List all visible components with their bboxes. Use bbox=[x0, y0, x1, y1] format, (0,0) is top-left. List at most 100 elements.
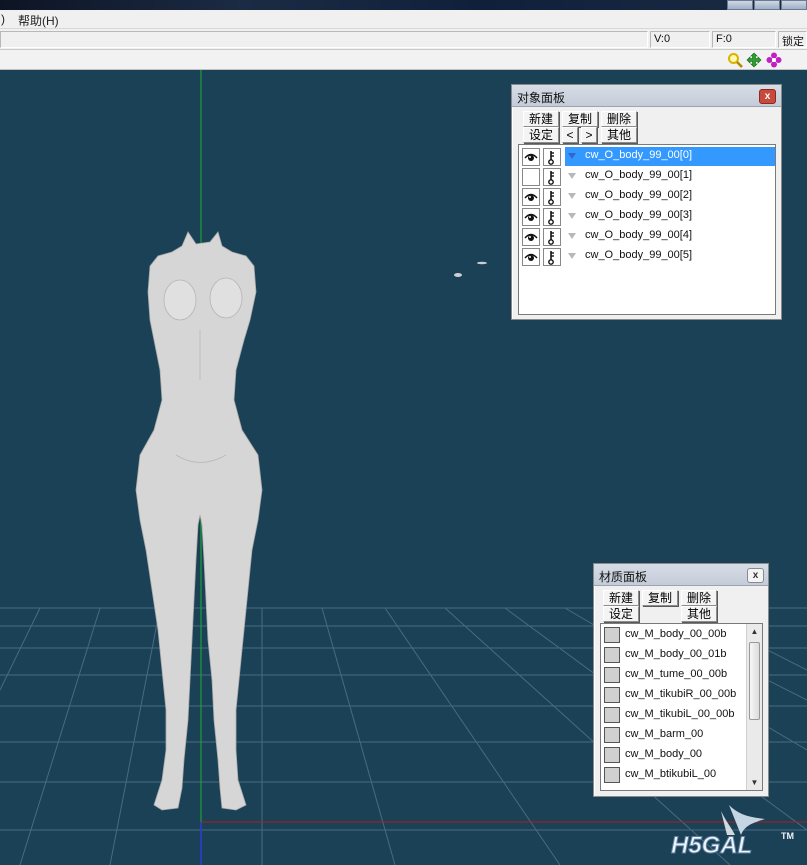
object-name: cw_O_body_99_00[1] bbox=[585, 169, 693, 181]
material-name: cw_M_tikubiR_00_00b bbox=[625, 688, 737, 700]
material-name: cw_M_body_00 bbox=[625, 748, 703, 760]
copy-object-button[interactable]: 复制 bbox=[562, 111, 598, 127]
material-swatch bbox=[604, 627, 620, 643]
expand-triangle-icon[interactable] bbox=[568, 213, 576, 219]
new-material-button[interactable]: 新建 bbox=[603, 590, 639, 606]
scroll-thumb[interactable] bbox=[749, 642, 760, 720]
material-list-item[interactable]: cw_M_tume_00_00b bbox=[601, 665, 762, 685]
eye-icon[interactable] bbox=[522, 248, 540, 266]
delete-material-button[interactable]: 删除 bbox=[681, 590, 717, 606]
object-panel: 对象面板 x 新建 复制 删除 设定 < > 其他 cw_O_body_99_0… bbox=[511, 84, 782, 320]
expand-triangle-icon[interactable] bbox=[568, 153, 576, 159]
body-model bbox=[135, 231, 263, 811]
lock-icon[interactable] bbox=[543, 228, 561, 246]
object-list-item[interactable]: cw_O_body_99_00[3] bbox=[519, 207, 775, 227]
material-list[interactable]: cw_M_body_00_00b cw_M_body_00_01b cw_M_tum… bbox=[600, 623, 763, 791]
menu-item-help[interactable]: 帮助(H) bbox=[18, 12, 59, 29]
material-name: cw_M_tikubiL_00_00b bbox=[625, 708, 735, 720]
scroll-down-icon[interactable]: ▼ bbox=[747, 775, 762, 790]
status-face-count: F:0 bbox=[712, 31, 776, 48]
material-list-item[interactable]: cw_M_barm_00 bbox=[601, 725, 762, 745]
eye-icon[interactable] bbox=[522, 148, 540, 166]
object-name: cw_O_body_99_00[5] bbox=[585, 249, 693, 261]
prev-object-button[interactable]: < bbox=[562, 127, 578, 143]
floating-fragment bbox=[454, 261, 487, 277]
material-name: cw_M_btikubiL_00 bbox=[625, 768, 717, 780]
material-name: cw_M_tume_00_00b bbox=[625, 668, 728, 680]
material-name: cw_M_barm_00 bbox=[625, 728, 704, 740]
zoom-icon[interactable] bbox=[727, 52, 743, 68]
object-name: cw_O_body_99_00[4] bbox=[585, 229, 693, 241]
expand-triangle-icon[interactable] bbox=[568, 233, 576, 239]
object-list-item[interactable]: cw_O_body_99_00[4] bbox=[519, 227, 775, 247]
material-panel-titlebar[interactable]: 材质面板 x bbox=[594, 564, 768, 586]
material-list-item[interactable]: cw_M_body_00_00b bbox=[601, 625, 762, 645]
close-window-button[interactable] bbox=[781, 0, 807, 10]
material-swatch bbox=[604, 767, 620, 783]
delete-object-button[interactable]: 删除 bbox=[601, 111, 637, 127]
expand-triangle-icon[interactable] bbox=[568, 193, 576, 199]
lock-icon[interactable] bbox=[543, 208, 561, 226]
material-list-item[interactable]: cw_M_tikubiR_00_00b bbox=[601, 685, 762, 705]
rotate-view-icon[interactable] bbox=[766, 52, 782, 68]
lock-icon[interactable] bbox=[543, 148, 561, 166]
object-name: cw_O_body_99_00[3] bbox=[585, 209, 693, 221]
lock-icon[interactable] bbox=[543, 188, 561, 206]
object-list-item[interactable]: cw_O_body_99_00[2] bbox=[519, 187, 775, 207]
material-name: cw_M_body_00_01b bbox=[625, 648, 727, 660]
move-view-icon[interactable] bbox=[746, 52, 762, 68]
object-other-button[interactable]: 其他 bbox=[601, 127, 637, 143]
object-name: cw_O_body_99_00[0] bbox=[565, 147, 775, 166]
minimize-button[interactable] bbox=[727, 0, 753, 10]
new-object-button[interactable]: 新建 bbox=[523, 111, 559, 127]
material-swatch bbox=[604, 747, 620, 763]
eye-icon[interactable] bbox=[522, 208, 540, 226]
lock-icon[interactable] bbox=[543, 248, 561, 266]
watermark-tm: TM bbox=[781, 831, 794, 841]
material-list-item[interactable]: cw_M_btikubiL_00 bbox=[601, 765, 762, 785]
material-swatch bbox=[604, 707, 620, 723]
scroll-up-icon[interactable]: ▲ bbox=[747, 624, 762, 639]
copy-material-button[interactable]: 复制 bbox=[642, 590, 678, 606]
watermark-logo: H5GAL TM bbox=[671, 805, 794, 860]
material-swatch bbox=[604, 647, 620, 663]
material-scrollbar[interactable]: ▲ ▼ bbox=[746, 624, 762, 790]
material-list-item[interactable]: cw_M_tikubiL_00_00b bbox=[601, 705, 762, 725]
title-bar-strip bbox=[0, 0, 807, 10]
view-toolbar bbox=[0, 50, 807, 70]
object-list-item[interactable]: cw_O_body_99_00[1] bbox=[519, 167, 775, 187]
menu-bar: ) 帮助(H) bbox=[0, 10, 807, 29]
eye-icon[interactable] bbox=[522, 188, 540, 206]
expand-triangle-icon[interactable] bbox=[568, 173, 576, 179]
next-object-button[interactable]: > bbox=[581, 127, 597, 143]
material-list-item[interactable]: cw_M_body_00 bbox=[601, 745, 762, 765]
object-panel-title: 对象面板 bbox=[517, 91, 566, 105]
watermark-text: H5GAL bbox=[671, 832, 752, 859]
maximize-button[interactable] bbox=[754, 0, 780, 10]
status-bar: V:0 F:0 锁定 bbox=[0, 29, 807, 50]
status-field-empty bbox=[0, 31, 648, 48]
eye-icon[interactable] bbox=[522, 228, 540, 246]
material-name: cw_M_body_00_00b bbox=[625, 628, 727, 640]
close-icon[interactable]: x bbox=[747, 568, 764, 583]
expand-triangle-icon[interactable] bbox=[568, 253, 576, 259]
object-name: cw_O_body_99_00[2] bbox=[585, 189, 693, 201]
object-list-item[interactable]: cw_O_body_99_00[0] bbox=[519, 147, 775, 167]
material-settings-button[interactable]: 设定 bbox=[603, 606, 639, 622]
material-swatch bbox=[604, 687, 620, 703]
menu-item-partial[interactable]: ) bbox=[1, 12, 5, 26]
material-list-item[interactable]: cw_M_body_00_01b bbox=[601, 645, 762, 665]
material-panel: 材质面板 x 新建 复制 删除 设定 其他 cw_M_body_00_00b cw… bbox=[593, 563, 769, 797]
object-list-item[interactable]: cw_O_body_99_00[5] bbox=[519, 247, 775, 267]
material-swatch bbox=[604, 727, 620, 743]
close-icon[interactable]: x bbox=[759, 89, 776, 104]
object-panel-titlebar[interactable]: 对象面板 x bbox=[512, 85, 781, 107]
object-list[interactable]: cw_O_body_99_00[0] cw_O_body_99_00[1] cw_O… bbox=[518, 144, 776, 315]
material-swatch bbox=[604, 667, 620, 683]
object-settings-button[interactable]: 设定 bbox=[523, 127, 559, 143]
status-vertex-count: V:0 bbox=[650, 31, 710, 48]
material-panel-title: 材质面板 bbox=[599, 570, 648, 584]
lock-icon[interactable] bbox=[543, 168, 561, 186]
visibility-toggle[interactable] bbox=[522, 168, 540, 186]
material-other-button[interactable]: 其他 bbox=[681, 606, 717, 622]
